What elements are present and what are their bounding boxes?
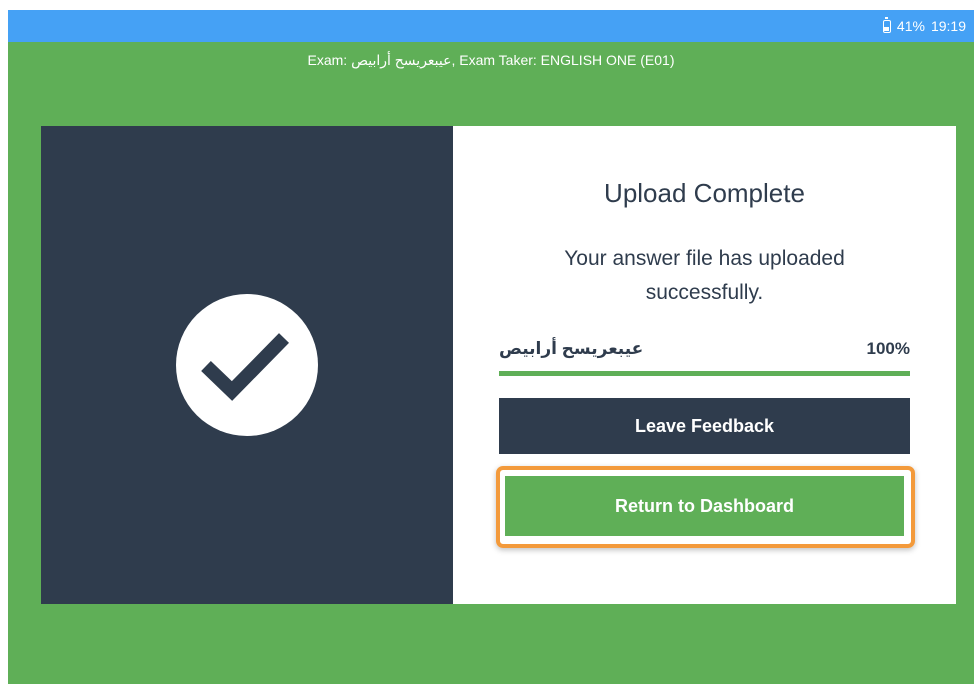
battery-level: 41%: [896, 18, 925, 34]
upload-details-panel: Upload Complete Your answer file has upl…: [453, 126, 956, 604]
checkmark-icon: [201, 333, 289, 401]
progress-bar: [499, 371, 910, 376]
return-to-dashboard-button[interactable]: Return to Dashboard: [505, 476, 904, 539]
app-screen: 41% 19:19 Exam: عيبعريسح أرابيص, Exam Ta…: [8, 10, 974, 684]
clock: 19:19: [930, 18, 966, 34]
battery-charging-icon: [882, 17, 891, 33]
leave-feedback-button[interactable]: Leave Feedback: [499, 398, 910, 454]
upload-message: Your answer file has uploaded successful…: [564, 247, 845, 304]
exam-header: Exam: عيبعريسح أرابيص, Exam Taker: ENGLI…: [307, 52, 675, 68]
success-panel: [41, 126, 453, 604]
progress-row: عيبعريسح أرابيص 100%: [499, 339, 910, 359]
upload-card: Upload Complete Your answer file has upl…: [41, 126, 956, 604]
file-name: عيبعريسح أرابيص: [499, 339, 644, 358]
progress-bar-fill: [499, 371, 910, 376]
checkmark-circle-icon: [176, 294, 318, 436]
status-bar: 41% 19:19: [8, 10, 974, 42]
progress-percent: 100%: [866, 339, 910, 358]
page-title: Upload Complete: [604, 178, 805, 208]
